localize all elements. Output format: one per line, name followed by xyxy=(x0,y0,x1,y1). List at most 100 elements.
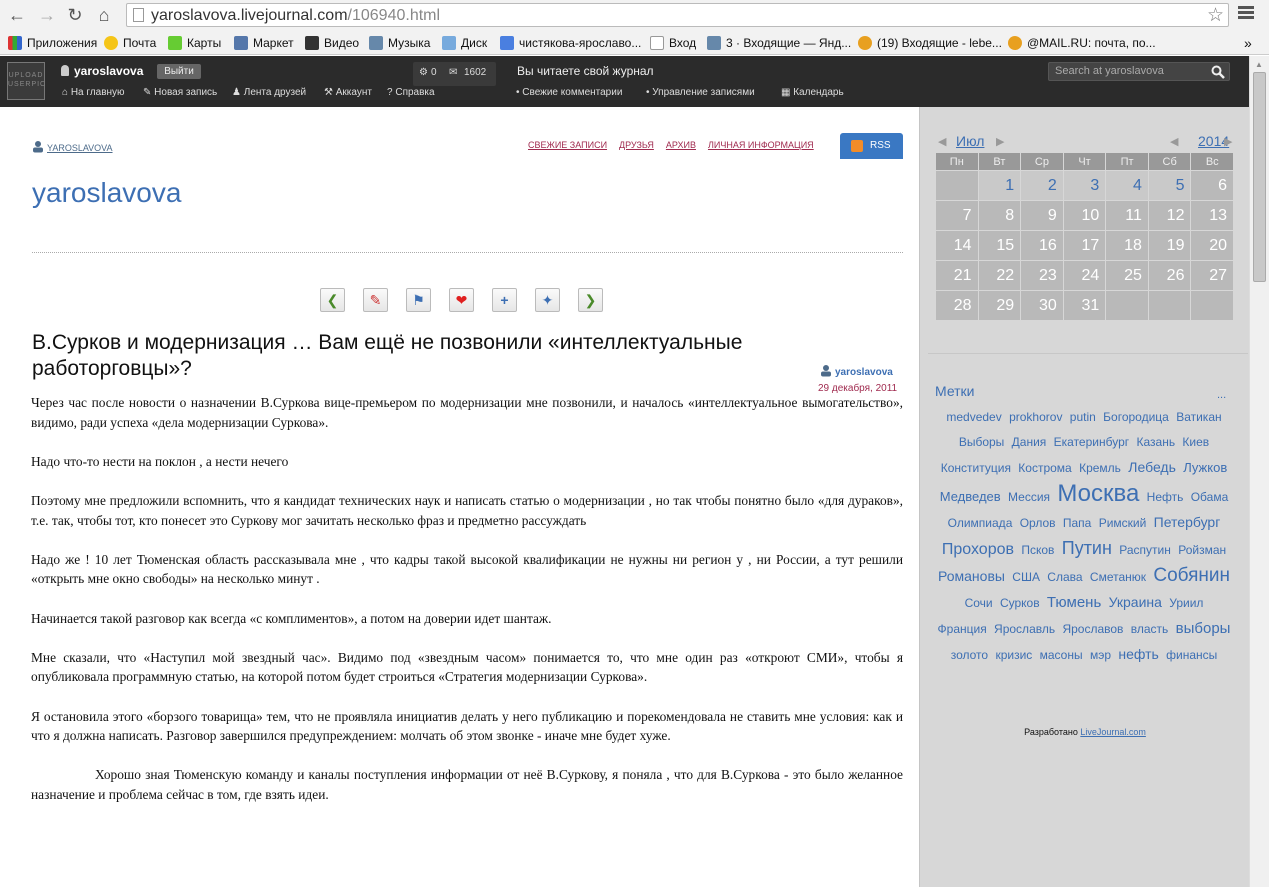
tag-link[interactable]: putin xyxy=(1070,410,1096,424)
tag-link[interactable]: кризис xyxy=(995,648,1032,662)
tag-link[interactable]: Украина xyxy=(1109,594,1162,610)
tag-link[interactable]: Сметанюк xyxy=(1090,570,1146,584)
tags-more-link[interactable]: ... xyxy=(1217,389,1226,401)
tag-link[interactable]: Нефть xyxy=(1147,490,1184,504)
tag-link[interactable]: Лебедь xyxy=(1128,459,1176,475)
next-month-icon[interactable]: ▶ xyxy=(996,135,1004,148)
add-icon[interactable]: + xyxy=(492,288,517,312)
tag-link[interactable]: medvedev xyxy=(946,410,1001,424)
bookmark-mailru[interactable]: @MAIL.RU: почта, по... xyxy=(1008,35,1156,51)
tag-link[interactable]: Римский xyxy=(1099,516,1147,530)
scroll-up-icon[interactable]: ▲ xyxy=(1255,60,1263,69)
journal-user-link[interactable]: YAROSLAVOVA xyxy=(32,140,113,153)
tag-link[interactable]: Франция xyxy=(938,622,987,636)
bookmark-apps[interactable]: Приложения xyxy=(8,35,97,51)
page-scrollbar[interactable]: ▲ xyxy=(1249,56,1269,887)
bookmark-music[interactable]: Музыка xyxy=(369,35,430,51)
tag-link[interactable]: Сурков xyxy=(1000,596,1040,610)
upload-userpic[interactable]: UPLOAD USERPIC xyxy=(7,62,45,100)
back-icon[interactable]: ← xyxy=(6,4,28,26)
nav-recent-entries[interactable]: СВЕЖИЕ ЗАПИСИ xyxy=(528,140,607,150)
tag-link[interactable]: Псков xyxy=(1021,543,1054,557)
tag-link[interactable]: Киев xyxy=(1182,435,1209,449)
tag-link[interactable]: prokhorov xyxy=(1009,410,1062,424)
tag-link[interactable]: Богородица xyxy=(1103,410,1169,424)
calendar-day[interactable]: 5 xyxy=(1148,171,1192,201)
bookmark-market[interactable]: Маркет xyxy=(234,35,294,51)
tag-link[interactable]: Дания xyxy=(1012,435,1047,449)
next-entry-icon[interactable]: ❯ xyxy=(578,288,603,312)
calendar-month[interactable]: Июл xyxy=(956,133,984,149)
tag-link[interactable]: Екатеринбург xyxy=(1054,435,1130,449)
tag-link[interactable]: Уриил xyxy=(1169,596,1203,610)
nav-friends[interactable]: ДРУЗЬЯ xyxy=(619,140,654,150)
tag-link[interactable]: Ярославль xyxy=(994,622,1055,636)
tag-link[interactable]: Мессия xyxy=(1008,490,1050,504)
post-author[interactable]: yaroslavova xyxy=(820,364,893,378)
track-icon[interactable]: ✦ xyxy=(535,288,560,312)
reload-icon[interactable]: ↻ xyxy=(64,4,86,26)
nav-archive[interactable]: АРХИВ xyxy=(666,140,696,150)
tag-link[interactable]: Орлов xyxy=(1020,516,1056,530)
bookmark-mail[interactable]: Почта xyxy=(104,35,156,51)
tag-link[interactable]: власть xyxy=(1131,622,1169,636)
bookmarks-overflow[interactable]: » xyxy=(1244,35,1252,51)
tag-link[interactable]: финансы xyxy=(1166,648,1217,662)
nav-home[interactable]: ⌂ На главную xyxy=(62,87,125,98)
logout-button[interactable]: Выйти xyxy=(157,64,201,79)
tag-icon[interactable]: ⚑ xyxy=(406,288,431,312)
prev-month-icon[interactable]: ◀ xyxy=(938,135,946,148)
tag-link[interactable]: Распутин xyxy=(1119,543,1171,557)
lj-username[interactable]: yaroslavova xyxy=(61,64,143,78)
tag-link[interactable]: Петербург xyxy=(1154,514,1221,530)
bookmark-disk[interactable]: Диск xyxy=(442,35,487,51)
calendar-day[interactable]: 1 xyxy=(978,171,1022,201)
calendar-day[interactable]: 4 xyxy=(1106,171,1149,201)
tag-link[interactable]: Слава xyxy=(1047,570,1082,584)
browser-menu-icon[interactable] xyxy=(1238,6,1254,22)
tag-link[interactable]: Москва xyxy=(1057,480,1139,507)
journal-title[interactable]: yaroslavova xyxy=(32,177,181,209)
previous-entry-icon[interactable]: ❮ xyxy=(320,288,345,312)
tag-link[interactable]: Ватикан xyxy=(1176,410,1221,424)
tag-link[interactable]: Казань xyxy=(1136,435,1175,449)
tag-link[interactable]: Папа xyxy=(1063,516,1091,530)
tag-link[interactable]: Кремль xyxy=(1079,461,1121,475)
tag-link[interactable]: Кострома xyxy=(1018,461,1071,475)
tag-link[interactable]: Обама xyxy=(1191,490,1229,504)
address-bar[interactable]: yaroslavova.livejournal.com/106940.html … xyxy=(126,3,1229,27)
calendar-day[interactable]: 2 xyxy=(1021,171,1064,201)
tag-link[interactable]: Собянин xyxy=(1153,565,1230,586)
tag-link[interactable]: нефть xyxy=(1118,646,1158,662)
scrollbar-thumb[interactable] xyxy=(1253,72,1266,282)
tag-link[interactable]: масоны xyxy=(1040,648,1083,662)
nav-new-entry[interactable]: ✎ Новая запись xyxy=(143,87,217,98)
bookmark-maps[interactable]: Карты xyxy=(168,35,221,51)
lj-search-input[interactable]: Search at yaroslavova xyxy=(1048,62,1230,81)
home-icon[interactable]: ⌂ xyxy=(93,4,115,26)
memories-heart-icon[interactable]: ❤ xyxy=(449,288,474,312)
nav-profile[interactable]: ЛИЧНАЯ ИНФОРМАЦИЯ xyxy=(708,140,814,150)
edit-entry-icon[interactable]: ✎ xyxy=(363,288,388,312)
tag-link[interactable]: Конституция xyxy=(941,461,1011,475)
tag-link[interactable]: Путин xyxy=(1062,538,1112,558)
tag-link[interactable]: Ройзман xyxy=(1178,543,1226,557)
tag-link[interactable]: золото xyxy=(951,648,988,662)
tag-link[interactable]: Тюмень xyxy=(1047,594,1101,611)
prev-year-icon[interactable]: ◀ xyxy=(1170,135,1178,148)
bookmark-star-icon[interactable]: ☆ xyxy=(1207,4,1224,27)
bookmark-yandex-inbox[interactable]: 3 · Входящие — Янд... xyxy=(707,35,851,51)
nav-friends-feed[interactable]: ♟ Лента друзей xyxy=(232,87,306,98)
bookmark-video[interactable]: Видео xyxy=(305,35,359,51)
tag-link[interactable]: Романовы xyxy=(938,568,1005,584)
tag-link[interactable]: США xyxy=(1012,570,1040,584)
tag-link[interactable]: Сочи xyxy=(965,596,993,610)
rss-button[interactable]: RSS xyxy=(840,133,903,159)
nav-recent-comments[interactable]: • Свежие комментарии xyxy=(516,87,622,98)
tag-link[interactable]: Выборы xyxy=(959,435,1004,449)
bookmark-lebe-inbox[interactable]: (19) Входящие - lebe... xyxy=(858,35,1002,51)
bookmark-chistyakova[interactable]: чистякова-ярославо... xyxy=(500,35,641,51)
tag-link[interactable]: Прохоров xyxy=(942,541,1014,558)
nav-manage-entries[interactable]: • Управление записями xyxy=(646,87,755,98)
tag-link[interactable]: Ярославов xyxy=(1062,622,1123,636)
